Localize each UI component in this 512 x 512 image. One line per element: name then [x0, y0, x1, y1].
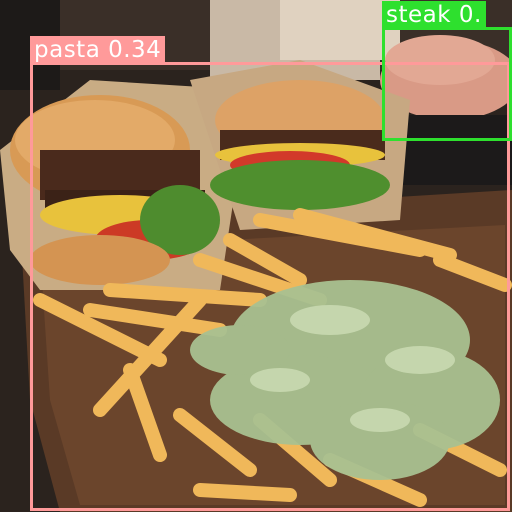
pasta-detection-label: pasta 0.34	[30, 36, 166, 65]
steak-detection-label: steak 0.	[382, 1, 486, 30]
detection-image: pasta 0.34 steak 0.	[0, 0, 512, 512]
steak-detection-box: steak 0.	[382, 1, 512, 141]
